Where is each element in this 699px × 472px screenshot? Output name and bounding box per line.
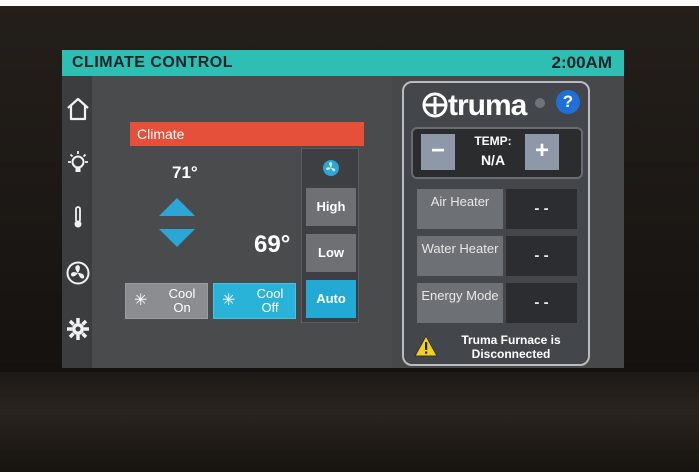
truma-temp-control: − TEMP: N/A + — [411, 127, 583, 179]
snowflake-icon: ✳ — [222, 292, 236, 309]
truma-logo: truma — [422, 89, 527, 122]
energy-mode-value: - - — [506, 283, 577, 323]
water-heater-row: Water Heater - - — [417, 236, 577, 276]
thermometer-icon — [74, 206, 82, 228]
fan-speed-indicator — [306, 151, 356, 185]
fan-speed-column: High Low Auto — [301, 148, 359, 323]
air-heater-value: - - — [506, 189, 577, 229]
fan-low-button[interactable]: Low — [306, 234, 356, 272]
fan-auto-button[interactable]: Auto — [306, 280, 356, 318]
water-heater-button[interactable]: Water Heater — [417, 236, 503, 276]
help-button[interactable]: ? — [556, 90, 580, 114]
cool-on-label: Cool On — [168, 286, 196, 315]
clock: 2:00AM — [551, 53, 612, 72]
temp-up-arrow-button[interactable] — [158, 197, 196, 217]
cool-off-label: Cool Off — [256, 286, 284, 315]
cool-off-button[interactable]: ✳ Cool Off — [213, 283, 296, 319]
connection-warning: Truma Furnace is Disconnected — [411, 331, 583, 363]
temp-label: TEMP: — [474, 134, 512, 148]
sidebar-item-settings[interactable] — [65, 316, 91, 342]
sidebar — [62, 76, 92, 368]
temp-decrease-button[interactable]: − — [421, 134, 455, 170]
temp-increase-button[interactable]: + — [525, 134, 559, 170]
status-led — [535, 98, 545, 108]
energy-mode-button[interactable]: Energy Mode — [417, 283, 503, 323]
setpoint-temp: 71° — [172, 163, 198, 182]
sidebar-item-home[interactable] — [65, 96, 91, 122]
water-heater-value: - - — [506, 236, 577, 276]
cool-on-button[interactable]: ✳ Cool On — [125, 283, 208, 319]
snowflake-icon: ✳ — [134, 292, 148, 309]
touch-screen: CLIMATE CONTROL 2:00AM Climate 71° 69° ✳… — [62, 50, 624, 368]
sidebar-item-fan[interactable] — [65, 260, 91, 286]
climate-panel: Climate 71° 69° ✳ Cool On ✳ Cool Off Hig… — [92, 76, 392, 368]
air-heater-button[interactable]: Air Heater — [417, 189, 503, 229]
energy-mode-row: Energy Mode - - — [417, 283, 577, 323]
truma-mark-icon — [422, 92, 448, 118]
fan-icon — [66, 261, 90, 285]
truma-logo-text: truma — [448, 89, 527, 122]
air-heater-row: Air Heater - - — [417, 189, 577, 229]
fan-high-button[interactable]: High — [306, 188, 356, 226]
sidebar-item-lights[interactable] — [65, 150, 91, 176]
fan-icon — [323, 160, 339, 176]
title-bar: CLIMATE CONTROL 2:00AM — [62, 50, 624, 76]
current-temp: 69° — [254, 231, 291, 258]
warning-message: Truma Furnace is Disconnected — [461, 333, 561, 361]
page-title: CLIMATE CONTROL — [72, 54, 233, 71]
home-icon — [67, 97, 89, 121]
truma-panel: truma ? − TEMP: N/A + Air Heater - - Wat… — [402, 81, 590, 366]
gear-icon — [67, 318, 89, 340]
climate-header: Climate — [130, 122, 364, 146]
device-bezel — [0, 372, 699, 472]
warning-icon — [414, 335, 438, 357]
light-bulb-icon — [68, 151, 88, 172]
photo-top-edge — [0, 0, 699, 6]
temp-down-arrow-button[interactable] — [158, 228, 196, 248]
temp-value: N/A — [480, 152, 506, 168]
sidebar-item-temperature[interactable] — [65, 204, 91, 230]
